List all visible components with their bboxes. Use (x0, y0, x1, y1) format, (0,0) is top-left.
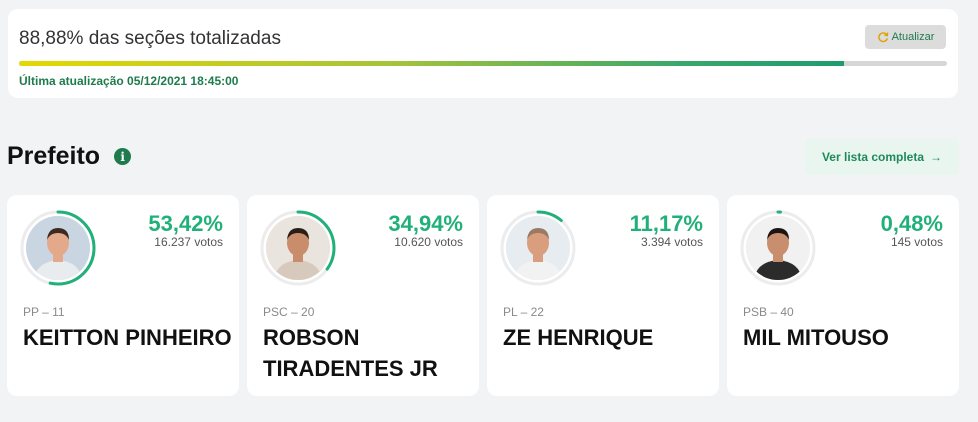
last-update-text: Última atualização 05/12/2021 18:45:00 (19, 74, 239, 88)
info-icon[interactable]: i (114, 148, 132, 165)
avatar (26, 216, 90, 280)
vote-count: 10.620 votos (394, 235, 463, 249)
vote-count: 3.394 votos (640, 235, 703, 249)
candidate-card[interactable]: 11,17% 3.394 votos PL – 22 ZE HENRIQUE (487, 195, 719, 396)
candidate-avatar-ring (739, 209, 817, 287)
candidate-avatar-ring (19, 209, 97, 287)
party-number: PSB – 40 (743, 305, 794, 319)
vote-count: 145 votos (890, 235, 943, 249)
full-list-label: Ver lista completa (821, 150, 925, 164)
vote-percentage: 0,48% (880, 211, 943, 236)
vote-percentage: 53,42% (148, 211, 223, 236)
candidate-name: KEITTON PINHEIRO (23, 325, 232, 350)
vote-percentage: 11,17% (629, 211, 703, 236)
refresh-button[interactable]: Atualizar (865, 25, 946, 49)
candidate-avatar-ring (499, 209, 577, 287)
avatar (266, 216, 330, 280)
avatar (746, 216, 810, 280)
party-number: PL – 22 (503, 305, 544, 319)
arrow-right-icon: → (930, 150, 943, 164)
candidate-card[interactable]: 34,94% 10.620 votos PSC – 20 ROBSON TIRA… (247, 195, 479, 396)
totalization-status-card: 88,88% das seções totalizadas Atualizar … (8, 9, 958, 98)
candidate-card[interactable]: 0,48% 145 votos PSB – 40 MIL MITOUSO (727, 195, 959, 396)
candidate-avatar-ring (259, 209, 337, 287)
refresh-icon (877, 31, 889, 43)
avatar (506, 216, 570, 280)
party-number: PP – 11 (23, 305, 65, 319)
refresh-button-label: Atualizar (891, 31, 935, 43)
totalization-title: 88,88% das seções totalizadas (19, 28, 281, 49)
candidate-name: ZE HENRIQUE (503, 325, 654, 350)
vote-count: 16.237 votos (154, 235, 223, 249)
party-number: PSC – 20 (263, 305, 315, 319)
candidate-name: ROBSON TIRADENTES JR (263, 325, 438, 381)
section-title: Prefeito (7, 142, 101, 170)
full-list-button[interactable]: Ver lista completa → (805, 139, 959, 175)
totalization-progress-fill (19, 61, 844, 66)
candidate-name: MIL MITOUSO (743, 325, 889, 350)
totalization-progress-bar (19, 61, 947, 66)
candidate-card[interactable]: 53,42% 16.237 votos PP – 11 KEITTON PINH… (7, 195, 239, 396)
vote-percentage: 34,94% (388, 211, 463, 236)
section-heading: Prefeito i (7, 142, 132, 171)
